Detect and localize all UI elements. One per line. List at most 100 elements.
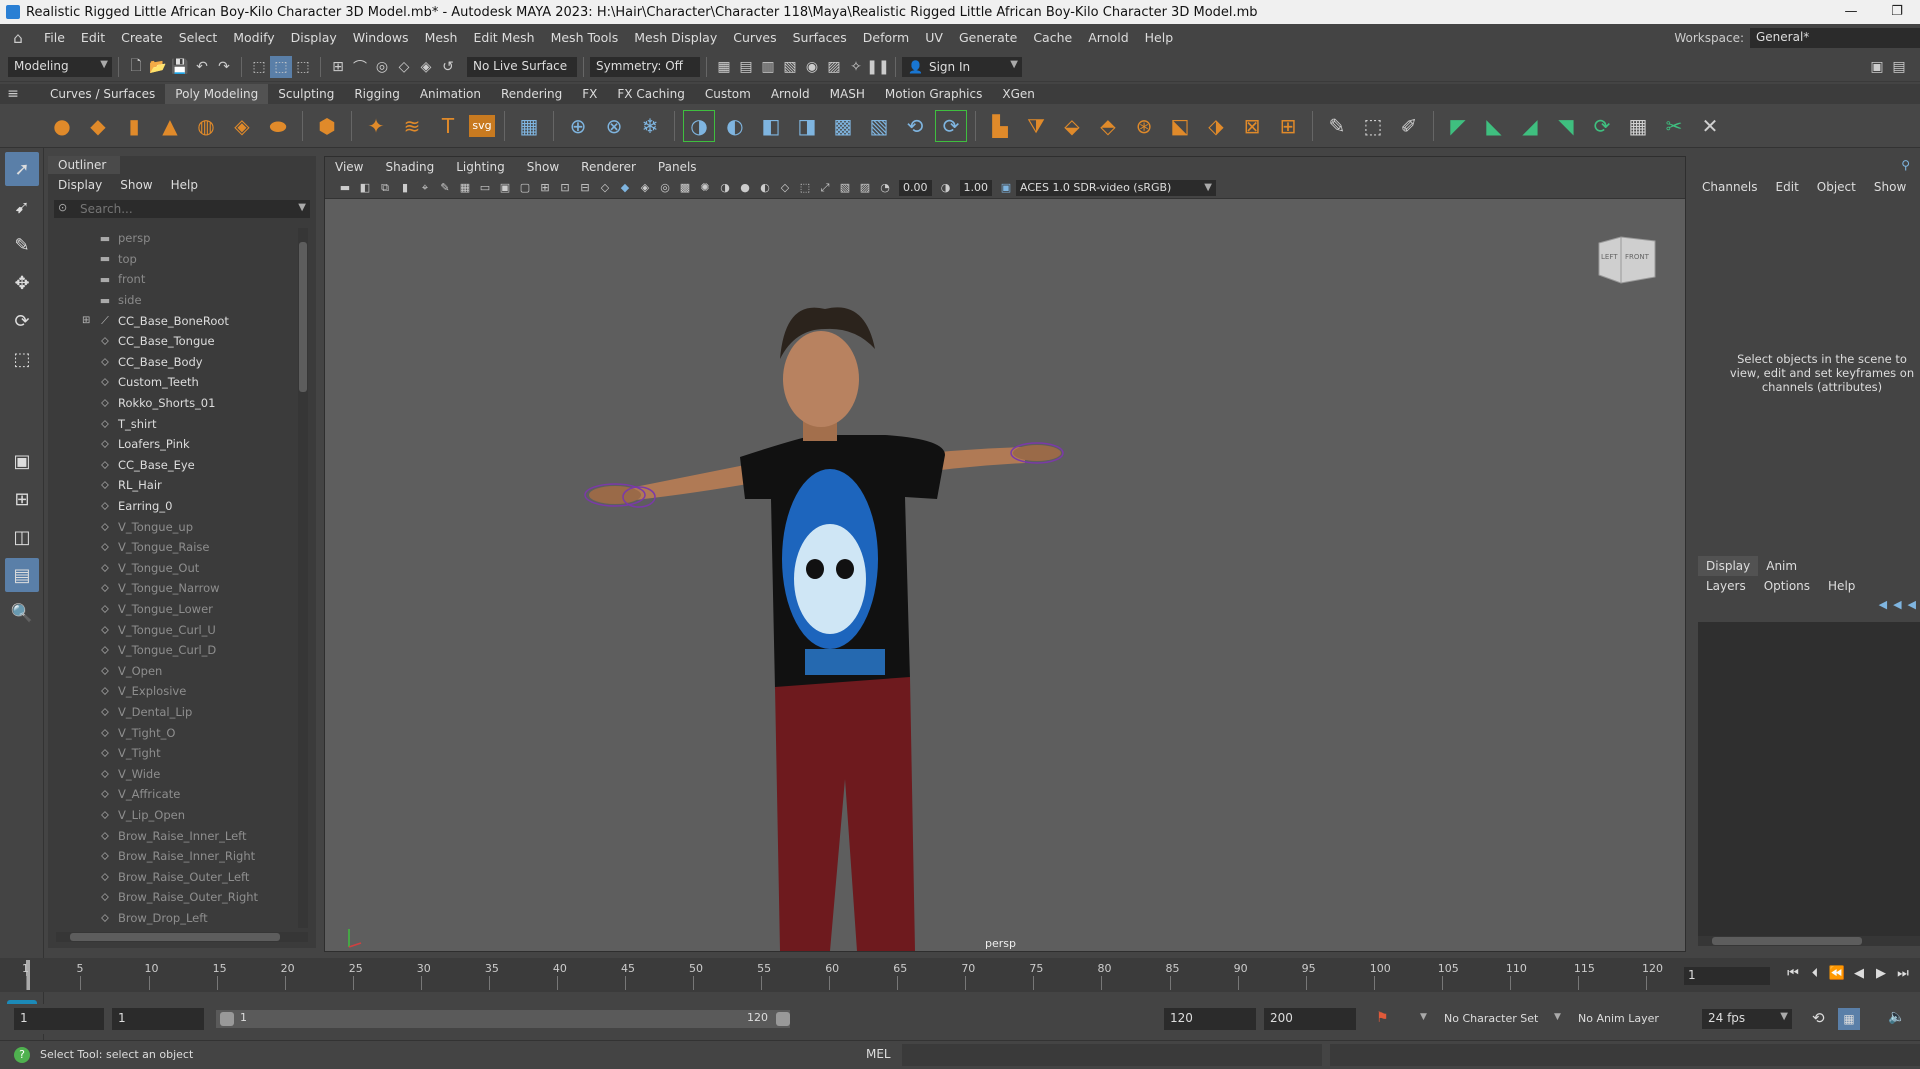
shelf-tab-poly-modeling[interactable]: Poly Modeling xyxy=(165,84,269,104)
poly-cylinder-icon[interactable]: ▮ xyxy=(119,111,149,141)
outliner-item[interactable]: ⬦ Loafers_Pink xyxy=(58,434,298,455)
outliner-item[interactable]: ⬦ CC_Base_Tongue xyxy=(58,331,298,352)
layer-menu-help[interactable]: Help xyxy=(1828,579,1855,593)
character-model[interactable] xyxy=(325,199,1685,951)
poly-count-icon[interactable]: ▦ xyxy=(514,111,544,141)
menu-curves[interactable]: Curves xyxy=(725,24,784,52)
viewport-menu-panels[interactable]: Panels xyxy=(658,157,697,177)
outliner-item[interactable]: ⬦ V_Tongue_Out xyxy=(58,558,298,579)
shadows-icon[interactable]: ◑ xyxy=(717,180,733,196)
render-setup-icon[interactable]: ▨ xyxy=(823,56,845,78)
single-pane-icon[interactable]: ▣ xyxy=(5,444,39,478)
loop-icon[interactable]: ⟲ xyxy=(1812,1009,1825,1027)
two-pane-icon[interactable]: ◫ xyxy=(5,520,39,554)
uv-editor-icon[interactable]: ◤ xyxy=(1443,111,1473,141)
anti-aliasing-icon[interactable]: ◇ xyxy=(777,180,793,196)
play-backward-icon[interactable]: ◀ xyxy=(1848,966,1870,981)
field-chart-icon[interactable]: ⊞ xyxy=(537,180,553,196)
fill-hole-icon[interactable]: ▧ xyxy=(864,111,894,141)
shelf-tab-xgen[interactable]: XGen xyxy=(992,84,1045,104)
open-scene-icon[interactable]: 📂 xyxy=(147,56,169,78)
checker-icon[interactable]: ▦ xyxy=(1623,111,1653,141)
search-icon[interactable]: 🔍 xyxy=(5,596,39,630)
outliner-item[interactable]: ⬦ T_shirt xyxy=(58,413,298,434)
shelf-tab-fx[interactable]: FX xyxy=(572,84,607,104)
animation-end-field[interactable]: 200 xyxy=(1264,1008,1356,1030)
outliner-menu-show[interactable]: Show xyxy=(120,178,152,192)
redo-icon[interactable]: ↷ xyxy=(213,56,235,78)
new-scene-icon[interactable]: 🗋 xyxy=(125,56,147,78)
channel-box-menu-channels[interactable]: Channels xyxy=(1702,180,1758,194)
view-cube[interactable]: LEFT FRONT xyxy=(1593,233,1657,285)
outliner-item[interactable]: ⬦ V_Tongue_Lower xyxy=(58,599,298,620)
view-transform-dropdown[interactable]: ACES 1.0 SDR-video (sRGB) ▼ xyxy=(1016,179,1216,196)
outliner-item[interactable]: ⬦ V_Tongue_Narrow xyxy=(58,578,298,599)
outliner-item[interactable]: ⊞ ⟋ CC_Base_BoneRoot xyxy=(58,310,298,331)
outliner-item[interactable]: ⬦ Brow_Raise_Outer_Right xyxy=(58,887,298,908)
time-slider[interactable]: 1 5 10 15 20 25 30 35 40 45 50 55 60 65 70 75 80 85 90 95 10… xyxy=(0,958,1920,992)
channel-box-toggle-icon[interactable]: ⚲ xyxy=(1901,158,1910,172)
shelf-tab-animation[interactable]: Animation xyxy=(410,84,491,104)
lasso-tool-icon[interactable]: ➹ xyxy=(5,190,39,224)
xray-joints-icon[interactable]: ⤢ xyxy=(817,180,833,196)
separate-icon[interactable]: ⊗ xyxy=(599,111,629,141)
snap-plane-icon[interactable]: ◇ xyxy=(393,56,415,78)
menu-display[interactable]: Display xyxy=(283,24,345,52)
poly-sphere-icon[interactable]: ● xyxy=(47,111,77,141)
image-plane-icon[interactable]: ▮ xyxy=(397,180,413,196)
audio-icon[interactable]: 🔈 xyxy=(1888,1009,1905,1025)
extract-icon[interactable]: ▩ xyxy=(828,111,858,141)
menu-modify[interactable]: Modify xyxy=(225,24,282,52)
menu-arnold[interactable]: Arnold xyxy=(1080,24,1136,52)
outliner-item[interactable]: ⬦ Brow_Raise_Outer_Left xyxy=(58,866,298,887)
menu-generate[interactable]: Generate xyxy=(951,24,1025,52)
outliner-item[interactable]: ⬦ Rokko_Shorts_01 xyxy=(58,393,298,414)
resolution-gate-icon[interactable]: ▣ xyxy=(497,180,513,196)
layer-menu-layers[interactable]: Layers xyxy=(1706,579,1746,593)
filter-icon[interactable]: ⊙ xyxy=(58,201,67,214)
shelf-tab-rigging[interactable]: Rigging xyxy=(344,84,409,104)
gamma-field[interactable]: 1.00 xyxy=(959,179,992,196)
attribute-editor-icon[interactable]: ▤ xyxy=(1888,56,1910,78)
outliner-vertical-scrollbar[interactable] xyxy=(298,228,308,928)
snap-point-icon[interactable]: ◎ xyxy=(371,56,393,78)
shelf-menu-icon[interactable]: ≡ xyxy=(0,83,26,105)
menuset-dropdown[interactable]: Modeling ▼ xyxy=(8,56,112,77)
boolean-union-icon[interactable]: ◑ xyxy=(683,109,715,142)
outliner-item[interactable]: ⬦ V_Tongue_Raise xyxy=(58,537,298,558)
wireframe-on-shaded-icon[interactable]: ◈ xyxy=(637,180,653,196)
cut-uv-icon[interactable]: ✕ xyxy=(1695,111,1725,141)
outliner-item[interactable]: ⬦ V_Affricate xyxy=(58,784,298,805)
safe-title-icon[interactable]: ⊟ xyxy=(577,180,593,196)
viewport-menu-shading[interactable]: Shading xyxy=(385,157,434,177)
layer-tab-display[interactable]: Display xyxy=(1698,556,1759,576)
go-to-start-icon[interactable]: ⏮ xyxy=(1782,966,1804,981)
layer-new-selected-icon[interactable]: ◀ xyxy=(1908,598,1916,611)
outliner-item[interactable]: ⬦ RL_Hair xyxy=(58,475,298,496)
shelf-tab-custom[interactable]: Custom xyxy=(695,84,761,104)
menu-select[interactable]: Select xyxy=(171,24,226,52)
anim-layer-label[interactable]: No Anim Layer xyxy=(1578,1012,1659,1025)
channel-box-menu-object[interactable]: Object xyxy=(1817,180,1856,194)
select-hierarchy-icon[interactable]: ⬚ xyxy=(248,56,270,78)
mirror-icon[interactable]: ◧ xyxy=(756,111,786,141)
shelf-tab-mash[interactable]: MASH xyxy=(820,84,875,104)
pause-viewport-icon[interactable]: ❚❚ xyxy=(866,56,889,78)
append-polygon-icon[interactable]: ⬘ xyxy=(1093,111,1123,141)
viewport-menu-view[interactable]: View xyxy=(335,157,363,177)
playback-end-field[interactable]: 120 xyxy=(1164,1008,1256,1030)
layer-horizontal-scrollbar[interactable] xyxy=(1698,936,1920,946)
unfold-icon[interactable]: ✂ xyxy=(1659,111,1689,141)
color-management-icon[interactable]: ▣ xyxy=(998,180,1014,196)
type-tool-icon[interactable]: T xyxy=(433,111,463,141)
timeline-ruler[interactable]: 1 5 10 15 20 25 30 35 40 45 50 55 60 65 70 75 80 85 90 95 10… xyxy=(22,958,1666,992)
symmetry-dropdown[interactable]: Symmetry: Off xyxy=(590,56,700,77)
insert-edge-loop-icon[interactable]: ⬕ xyxy=(1165,111,1195,141)
move-tool-icon[interactable]: ✥ xyxy=(5,266,39,300)
light-editor-icon[interactable]: ✧ xyxy=(845,56,867,78)
modeling-toolkit-icon[interactable]: ▣ xyxy=(1866,56,1888,78)
menu-surfaces[interactable]: Surfaces xyxy=(785,24,855,52)
step-back-frame-icon[interactable]: ⏪ xyxy=(1826,966,1848,981)
poly-cube-icon[interactable]: ◆ xyxy=(83,111,113,141)
outliner-menu-display[interactable]: Display xyxy=(58,178,102,192)
